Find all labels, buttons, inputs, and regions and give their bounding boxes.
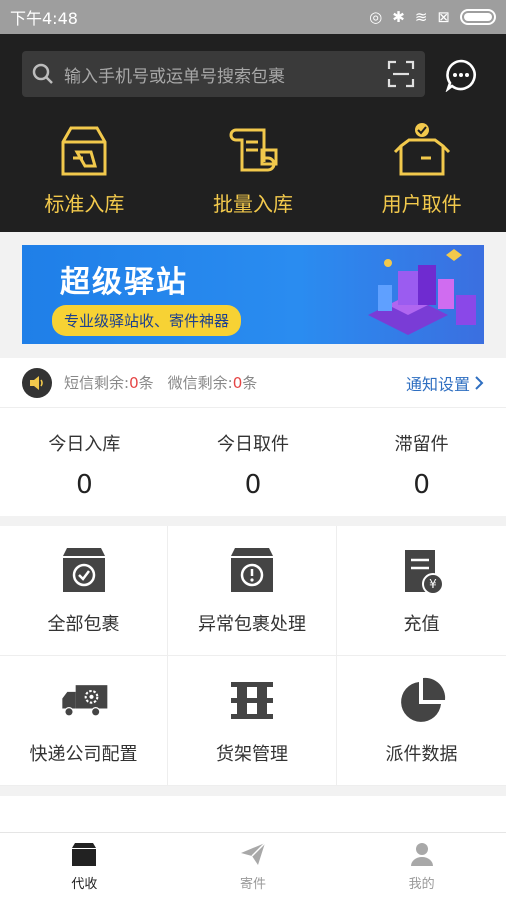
tab-label: 代收	[71, 877, 98, 892]
sms-remaining: 短信剩余:0条	[64, 372, 154, 393]
sms-count: 0	[129, 374, 139, 392]
grid-label: 全部包裹	[47, 613, 120, 635]
bluetooth-icon: ✱	[392, 8, 405, 26]
banner-section: 超级驿站 专业级驿站收、寄件神器	[0, 232, 506, 358]
notice-row: 短信剩余:0条 微信剩余:0条 通知设置	[0, 358, 506, 408]
tab-mine[interactable]: 我的	[337, 833, 506, 900]
grid-label: 派件数据	[385, 743, 458, 765]
shelf-icon	[231, 681, 273, 719]
scroll-box-icon	[229, 128, 278, 172]
batch-inbound-button[interactable]: 批量入库	[169, 122, 338, 217]
header: 输入手机号或运单号搜索包裹 标准入库 批量入库 用户取件	[0, 34, 506, 232]
status-time: 下午4:48	[10, 9, 78, 28]
banner-title: 超级驿站	[60, 265, 188, 300]
tab-label: 我的	[408, 877, 435, 892]
search-input[interactable]: 输入手机号或运单号搜索包裹	[22, 51, 425, 97]
stat-value: 0	[76, 470, 93, 500]
sms-label: 短信剩余:	[64, 374, 130, 392]
stat-value: 0	[244, 470, 262, 500]
function-grid: 全部包裹 异常包裹处理 ¥ 充值 快递公司配置 货架管理 派件数据	[0, 526, 506, 786]
scan-icon[interactable]	[387, 60, 415, 88]
grid-label: 货架管理	[216, 743, 288, 765]
shelf-management-button[interactable]: 货架管理	[168, 656, 337, 786]
promo-banner[interactable]: 超级驿站 专业级驿站收、寄件神器	[22, 245, 484, 344]
notice-section: 短信剩余:0条 微信剩余:0条 通知设置 今日入库 0 今日取件 0 滞留件 0	[0, 358, 506, 516]
stat-today-inbound[interactable]: 今日入库 0	[0, 410, 169, 514]
svg-text:¥: ¥	[429, 577, 437, 591]
standard-inbound-label: 标准入库	[44, 192, 125, 216]
box-scan-icon	[61, 126, 107, 176]
grid-label: 异常包裹处理	[198, 613, 306, 635]
pie-chart-icon	[400, 677, 445, 722]
battery-icon	[460, 9, 496, 25]
notification-settings-link[interactable]: 通知设置	[406, 371, 484, 395]
paper-plane-icon	[241, 842, 266, 865]
search-placeholder: 输入手机号或运单号搜索包裹	[64, 66, 285, 87]
stat-stranded[interactable]: 滞留件 0	[337, 410, 506, 514]
tab-label: 寄件	[240, 877, 267, 892]
wechat-remaining: 微信剩余:0条	[168, 372, 258, 393]
stats-row: 今日入库 0 今日取件 0 滞留件 0	[0, 410, 506, 514]
sms-unit: 条	[138, 374, 154, 392]
courier-config-button[interactable]: 快递公司配置	[0, 656, 168, 786]
tab-send[interactable]: 寄件	[169, 833, 338, 900]
search-icon	[32, 63, 53, 84]
stat-today-pickup[interactable]: 今日取件 0	[169, 410, 338, 514]
user-pickup-label: 用户取件	[381, 192, 462, 216]
grid-label: 充值	[403, 613, 440, 635]
blank-section	[0, 796, 506, 832]
notification-settings-label: 通知设置	[405, 374, 470, 394]
box-check-icon	[393, 123, 450, 176]
status-icons: ◎ ✱ ≋ ⊠	[369, 8, 496, 26]
package-alert-icon	[231, 547, 273, 592]
banner-subtitle: 专业级驿站收、寄件神器	[52, 305, 242, 336]
tab-bar: 代收 寄件 我的	[0, 832, 506, 900]
batch-inbound-label: 批量入库	[213, 192, 293, 216]
stat-label: 滞留件	[394, 434, 449, 455]
status-bar: 下午4:48 ◎ ✱ ≋ ⊠	[0, 0, 506, 34]
header-actions: 标准入库 批量入库 用户取件	[0, 122, 506, 217]
stat-value: 0	[413, 470, 430, 500]
exception-packages-button[interactable]: 异常包裹处理	[168, 526, 337, 656]
package-check-icon	[62, 547, 105, 592]
speaker-icon	[22, 367, 52, 398]
grid-label: 快递公司配置	[29, 743, 138, 765]
user-pickup-button[interactable]: 用户取件	[337, 122, 506, 217]
stat-label: 今日取件	[217, 434, 289, 455]
sim-icon: ⊠	[437, 8, 450, 26]
tab-collect[interactable]: 代收	[0, 833, 169, 900]
wifi-icon: ≋	[414, 8, 428, 26]
box-icon	[72, 843, 97, 866]
user-icon	[410, 843, 433, 866]
wechat-unit: 条	[242, 374, 258, 392]
wechat-count: 0	[232, 374, 243, 392]
stat-label: 今日入库	[48, 434, 121, 455]
all-packages-button[interactable]: 全部包裹	[0, 526, 168, 656]
isometric-city-illustration	[368, 249, 476, 335]
alarm-icon: ◎	[369, 8, 383, 26]
recharge-icon: ¥	[404, 549, 444, 595]
chevron-right-icon	[475, 375, 484, 390]
recharge-button[interactable]: ¥ 充值	[337, 526, 506, 656]
standard-inbound-button[interactable]: 标准入库	[0, 122, 169, 217]
delivery-data-button[interactable]: 派件数据	[337, 656, 506, 786]
truck-gear-icon	[61, 684, 107, 717]
message-icon[interactable]	[444, 58, 478, 92]
wechat-label: 微信剩余:	[167, 374, 233, 392]
